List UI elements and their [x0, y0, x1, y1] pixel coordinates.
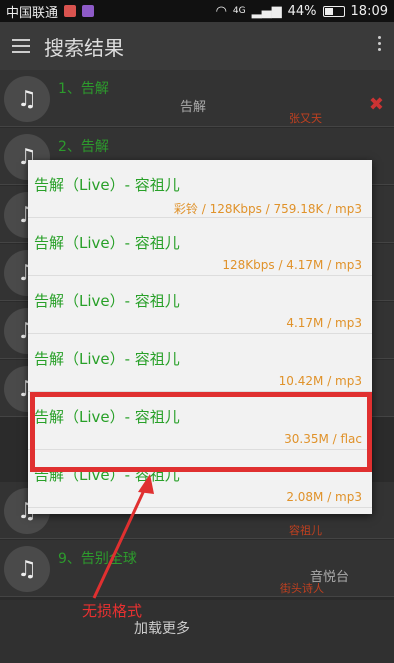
- music-note-icon: ♫: [4, 76, 50, 122]
- option-meta: 128Kbps / 4.17M / mp3: [222, 258, 362, 272]
- close-icon[interactable]: ✖: [369, 94, 384, 115]
- wifi-icon: ◠: [215, 3, 227, 19]
- song-title: 2、告解: [58, 139, 109, 155]
- overflow-menu-icon[interactable]: [378, 36, 382, 51]
- highlight-box: [30, 392, 372, 472]
- signal-icon: ▂▄▆: [251, 3, 282, 19]
- list-item[interactable]: ♫ 1、告解 告解 张又天: [0, 70, 394, 127]
- list-item[interactable]: ♫ 9、告别全球 音悦台 街头诗人: [0, 540, 394, 597]
- option-meta: 2.08M / mp3: [286, 490, 362, 504]
- annotation-label: 无损格式: [82, 602, 143, 620]
- app-notification-icon: [82, 5, 95, 17]
- song-title: 9、告别全球: [58, 551, 137, 567]
- quality-option[interactable]: 告解（Live）- 容祖儿 128Kbps / 4.17M / mp3: [28, 218, 372, 276]
- option-title: 告解（Live）- 容祖儿: [34, 176, 180, 194]
- singer-name: 张又天: [289, 112, 322, 125]
- music-note-icon: ♫: [4, 546, 50, 592]
- status-bar: 中国联通 ◠ 4G ▂▄▆ 44% 18:09: [0, 0, 394, 22]
- quality-option[interactable]: 告解（Live）- 容祖儿 10.42M / mp3: [28, 334, 372, 392]
- quality-option[interactable]: 告解（Live）- 容祖儿 彩铃 / 128Kbps / 759.18K / m…: [28, 160, 372, 218]
- option-title: 告解（Live）- 容祖儿: [34, 234, 180, 252]
- network-type: 4G: [232, 6, 246, 16]
- song-sub: 告解: [180, 100, 207, 115]
- clock: 18:09: [350, 3, 388, 19]
- option-meta: 彩铃 / 128Kbps / 759.18K / mp3: [173, 202, 362, 216]
- notification-icon: [64, 5, 77, 17]
- app-bar: 搜索结果: [0, 22, 394, 70]
- battery-icon: [322, 5, 345, 17]
- page-title: 搜索结果: [44, 35, 124, 60]
- singer-name: 容祖儿: [289, 524, 322, 537]
- quality-option[interactable]: 告解（Live）- 容祖儿 4.17M / mp3: [28, 276, 372, 334]
- battery-percent: 44%: [287, 3, 317, 19]
- load-more-button[interactable]: 加载更多: [0, 600, 394, 663]
- singer-name: 街头诗人: [280, 582, 324, 595]
- option-title: 告解（Live）- 容祖儿: [34, 350, 180, 368]
- load-more-label: 加载更多: [134, 621, 190, 637]
- song-title: 1、告解: [58, 81, 109, 97]
- carrier-label: 中国联通: [6, 5, 59, 21]
- menu-icon[interactable]: [12, 39, 30, 53]
- option-meta: 4.17M / mp3: [286, 316, 362, 330]
- option-title: 告解（Live）- 容祖儿: [34, 292, 180, 310]
- option-meta: 10.42M / mp3: [278, 374, 362, 388]
